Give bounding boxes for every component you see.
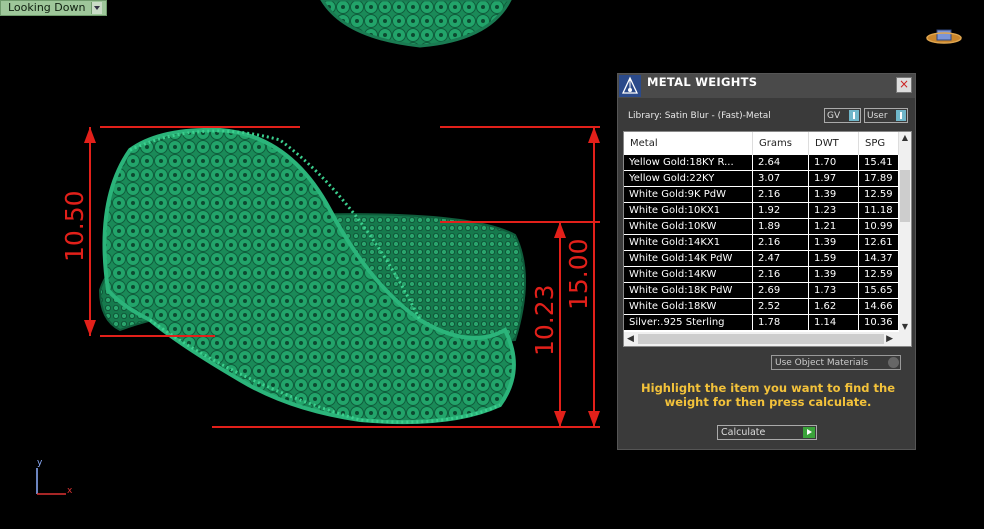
- table-cell: 1.21: [809, 219, 859, 235]
- table-cell: 1.39: [809, 267, 859, 283]
- gv-toggle-label: GV: [827, 111, 841, 121]
- gv-toggle[interactable]: GV: [824, 108, 861, 123]
- table-cell: 15.65: [859, 283, 899, 299]
- table-cell: White Gold:14KX1: [624, 235, 753, 251]
- scroll-left-icon[interactable]: ◀: [627, 332, 634, 346]
- table-row[interactable]: White Gold:9K PdW 2.16 1.39 12.59: [624, 187, 899, 203]
- table-row[interactable]: White Gold:10KW 1.89 1.21 10.99: [624, 219, 899, 235]
- play-icon: [803, 427, 815, 438]
- table-cell: 1.39: [809, 187, 859, 203]
- table-cell: 12.59: [859, 267, 899, 283]
- table-row[interactable]: White Gold:18K PdW 2.69 1.73 15.65: [624, 283, 899, 299]
- dimension-height-total: 15.00: [564, 238, 593, 310]
- column-header-grams[interactable]: Grams: [753, 132, 809, 155]
- top-ring-fragment: [320, 0, 512, 48]
- table-cell: 1.62: [809, 299, 859, 315]
- use-object-materials-toggle[interactable]: Use Object Materials: [771, 355, 901, 370]
- use-object-materials-label: Use Object Materials: [775, 358, 869, 368]
- vertical-scroll-thumb[interactable]: [900, 170, 910, 222]
- metal-list-rows: Yellow Gold:18KY R... 2.64 1.70 15.41 Yellow…: [624, 155, 899, 331]
- table-row[interactable]: White Gold:14KX1 2.16 1.39 12.61: [624, 235, 899, 251]
- table-cell: 10.99: [859, 219, 899, 235]
- calculate-label: Calculate: [721, 427, 766, 438]
- table-cell: 1.92: [753, 203, 809, 219]
- table-cell: 1.70: [809, 155, 859, 171]
- toggle-knob-icon: [888, 357, 899, 368]
- table-cell: 14.66: [859, 299, 899, 315]
- user-toggle[interactable]: User: [864, 108, 908, 123]
- table-cell: 11.18: [859, 203, 899, 219]
- scroll-up-icon[interactable]: ▲: [899, 133, 911, 142]
- table-cell: 2.64: [753, 155, 809, 171]
- column-header-metal[interactable]: Metal: [624, 132, 753, 155]
- calculate-button[interactable]: Calculate: [717, 425, 817, 440]
- navigation-cube-icon[interactable]: [926, 27, 962, 47]
- table-cell: White Gold:18K PdW: [624, 283, 753, 299]
- axis-y-label: y: [37, 458, 43, 468]
- table-row[interactable]: Yellow Gold:22KY 3.07 1.97 17.89: [624, 171, 899, 187]
- user-toggle-label: User: [867, 111, 888, 121]
- table-cell: 1.23: [809, 203, 859, 219]
- table-cell: White Gold:14KW: [624, 267, 753, 283]
- toggle-knob-icon: [849, 110, 859, 121]
- panel-title: METAL WEIGHTS: [647, 75, 758, 89]
- table-cell: 1.73: [809, 283, 859, 299]
- table-cell: 2.16: [753, 235, 809, 251]
- table-cell: 10.36: [859, 315, 899, 331]
- table-cell: 2.52: [753, 299, 809, 315]
- table-cell: 2.16: [753, 267, 809, 283]
- table-cell: 1.78: [753, 315, 809, 331]
- close-icon[interactable]: ×: [896, 77, 912, 93]
- table-cell: 2.16: [753, 187, 809, 203]
- panel-header[interactable]: METAL WEIGHTS ×: [618, 74, 915, 98]
- table-cell: White Gold:10KX1: [624, 203, 753, 219]
- scroll-down-icon[interactable]: ▼: [899, 322, 911, 331]
- table-cell: 2.47: [753, 251, 809, 267]
- column-header-spg[interactable]: SPG: [859, 132, 899, 155]
- metal-weights-panel: METAL WEIGHTS × Library: Satin Blur - (F…: [617, 73, 916, 450]
- table-cell: 1.89: [753, 219, 809, 235]
- toggle-knob-icon: [896, 110, 906, 121]
- dimension-height-inner: 10.23: [530, 284, 559, 356]
- horizontal-scrollbar[interactable]: ◀ ▶: [624, 332, 911, 346]
- table-cell: 1.14: [809, 315, 859, 331]
- table-row[interactable]: White Gold:14K PdW 2.47 1.59 14.37: [624, 251, 899, 267]
- table-cell: White Gold:9K PdW: [624, 187, 753, 203]
- table-row[interactable]: White Gold:14KW 2.16 1.39 12.59: [624, 267, 899, 283]
- axis-x-label: x: [67, 486, 73, 496]
- metal-list-header: Metal Grams DWT SPG: [624, 132, 899, 156]
- column-header-dwt[interactable]: DWT: [809, 132, 859, 155]
- table-row[interactable]: Silver:.925 Sterling 1.78 1.14 10.36: [624, 315, 899, 331]
- table-cell: 12.61: [859, 235, 899, 251]
- table-cell: Yellow Gold:22KY: [624, 171, 753, 187]
- instruction-text: Highlight the item you want to find the …: [641, 381, 895, 409]
- table-cell: 1.39: [809, 235, 859, 251]
- table-cell: Yellow Gold:18KY R...: [624, 155, 753, 171]
- table-cell: Silver:.925 Sterling: [624, 315, 753, 331]
- table-cell: White Gold:10KW: [624, 219, 753, 235]
- table-row[interactable]: White Gold:10KX1 1.92 1.23 11.18: [624, 203, 899, 219]
- table-row[interactable]: White Gold:18KW 2.52 1.62 14.66: [624, 299, 899, 315]
- metal-list[interactable]: Metal Grams DWT SPG Yellow Gold:18KY R..…: [623, 131, 912, 347]
- scroll-right-icon[interactable]: ▶: [886, 332, 893, 346]
- library-label: Library: Satin Blur - (Fast)-Metal: [628, 111, 771, 121]
- table-cell: White Gold:18KW: [624, 299, 753, 315]
- table-cell: 1.59: [809, 251, 859, 267]
- table-row[interactable]: Yellow Gold:18KY R... 2.64 1.70 15.41: [624, 155, 899, 171]
- table-cell: 12.59: [859, 187, 899, 203]
- axis-indicator: [36, 468, 66, 495]
- vertical-scrollbar[interactable]: ▲ ▼: [899, 132, 911, 332]
- horizontal-scroll-thumb[interactable]: [638, 334, 884, 344]
- table-cell: 14.37: [859, 251, 899, 267]
- table-cell: White Gold:14K PdW: [624, 251, 753, 267]
- table-cell: 3.07: [753, 171, 809, 187]
- table-cell: 1.97: [809, 171, 859, 187]
- table-cell: 2.69: [753, 283, 809, 299]
- table-cell: 15.41: [859, 155, 899, 171]
- metal-weights-logo-icon: [619, 75, 641, 97]
- table-cell: 17.89: [859, 171, 899, 187]
- dimension-height-outer: 10.50: [60, 190, 89, 262]
